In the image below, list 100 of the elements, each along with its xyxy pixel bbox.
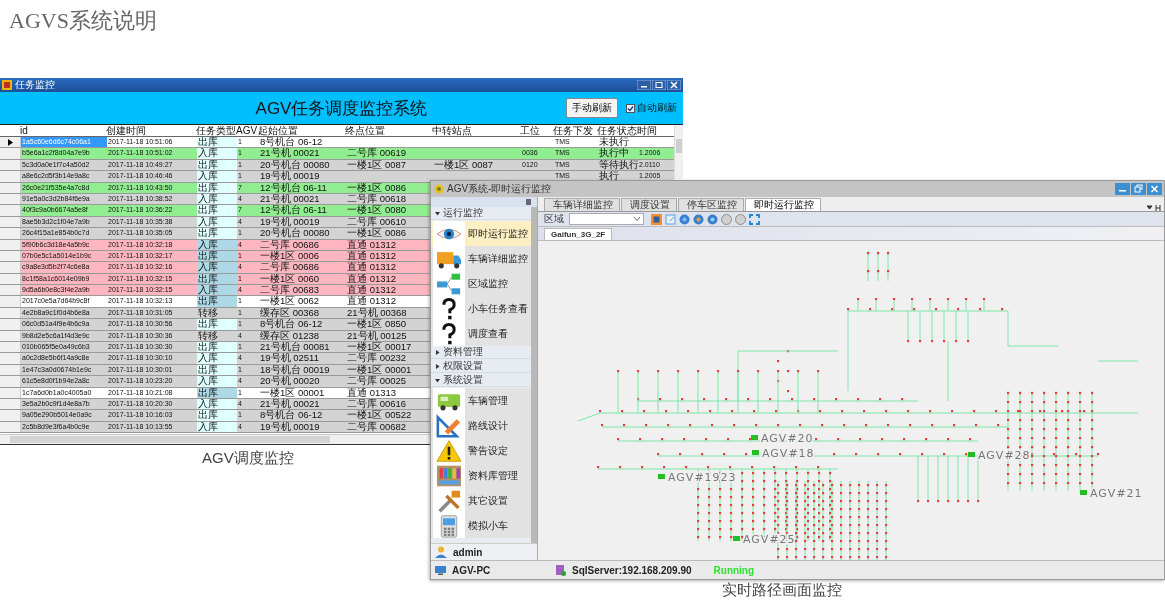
tab-menu-icon[interactable]: [1147, 205, 1161, 211]
figure-caption: AGV调度监控: [202, 449, 294, 468]
table-cell-text: 一楼1区 0086: [346, 182, 408, 193]
table-cell-text: 一楼1区 0006: [259, 250, 321, 262]
table-cell-text: 8号机台 06-12: [259, 410, 324, 421]
table-cell-text: 二号库 00619: [346, 148, 408, 159]
agv-marker-icon: [733, 536, 740, 541]
chevron-icon: [634, 217, 640, 221]
circle-icon[interactable]: [721, 213, 732, 225]
map-tab[interactable]: Gaifun_3G_2F: [544, 228, 613, 240]
sidebar-item[interactable]: 即时运行监控: [431, 221, 531, 246]
minimize-button[interactable]: [1115, 183, 1130, 195]
auto-refresh-checkbox[interactable]: [626, 103, 635, 113]
row-header[interactable]: [0, 137, 21, 148]
table-cell-text: 未执行: [598, 137, 630, 148]
connection-status: Running: [713, 564, 755, 576]
table-cell-text: 一楼1区 00017: [346, 342, 413, 353]
sidebar-scrollbar[interactable]: [531, 207, 537, 543]
table-cell-text: 直通 01312: [346, 239, 398, 250]
column-header[interactable]: 中转站点: [432, 125, 520, 136]
table-cell-text: 直通 01312: [346, 296, 398, 307]
tab[interactable]: 调度设置: [621, 198, 677, 211]
table-cell: 出库: [197, 319, 237, 330]
table-cell-text: 一楼1区 00001: [259, 387, 326, 398]
sidebar-group[interactable]: 资料管理: [431, 346, 531, 359]
sidebar-item[interactable]: 车辆管理: [431, 388, 531, 413]
sidebar-item[interactable]: 其它设置: [431, 488, 531, 513]
table-cell: 入库: [197, 353, 237, 364]
table-cell-text: 一楼1区 0850: [346, 319, 408, 330]
table-cell-text: 二号库 00686: [259, 239, 321, 250]
agv-label: AGV#28: [978, 449, 1031, 462]
table-cell-text: 直通 01312: [346, 273, 398, 285]
horizontal-scrollbar[interactable]: [0, 434, 430, 445]
table-cell: 出库: [197, 364, 237, 376]
table-cell-text: 19号机 02511: [259, 353, 320, 364]
column-header[interactable]: 时间: [637, 125, 674, 136]
table-cell-text: 一楼1区 0080: [346, 205, 408, 216]
sidebar-group[interactable]: 运行监控: [431, 207, 531, 220]
column-header[interactable]: 终点位置: [345, 125, 432, 136]
column-header[interactable]: 创建时间: [106, 125, 196, 136]
table-cell: 出库: [197, 182, 237, 193]
table-cell-text: 19号机 00019: [259, 421, 321, 433]
table-cell: 入库: [197, 193, 237, 205]
table-cell-text: 21号机 00125: [346, 330, 408, 341]
refresh-button[interactable]: 手动刷新: [566, 98, 618, 118]
table-cell: 出库: [197, 159, 237, 171]
table-cell-text: 缓存区 01238: [259, 330, 321, 341]
table-cell: 入库: [197, 262, 237, 273]
sidebar-item[interactable]: 区域监控: [431, 271, 531, 296]
table-cell: 出库: [197, 342, 237, 353]
table-cell-text: 二号库 00686: [259, 262, 321, 273]
window-title: AGV系统-即时运行监控: [447, 182, 552, 196]
table-cell-text: 二号库 00618: [346, 193, 408, 205]
tab[interactable]: 即时运行监控: [745, 198, 821, 211]
figure-caption: 实时路径画面监控: [722, 581, 842, 600]
fit-screen-icon[interactable]: [749, 213, 760, 225]
area-dropdown[interactable]: [569, 213, 644, 225]
table-cell: 入库: [197, 239, 237, 250]
sidebar-item[interactable]: 调度查看: [431, 321, 531, 346]
table-cell-text: 二号库 00616: [346, 399, 408, 410]
vertical-scrollbar[interactable]: [674, 125, 683, 179]
sidebar-group[interactable]: 权限设置: [431, 360, 531, 373]
table-cell-text: 21号机 00368: [346, 307, 408, 319]
close-button[interactable]: [1147, 183, 1162, 195]
table-cell-text: 二号库 00682: [346, 421, 408, 433]
circle-icon[interactable]: [735, 213, 746, 225]
table-cell-text: 二号库 00232: [346, 353, 408, 364]
table-cell-text: 一楼1区 0062: [259, 296, 321, 307]
table-cell: 出库: [197, 250, 237, 262]
table-cell: 出库: [197, 410, 237, 421]
table-cell-text: 直通 01313: [346, 387, 398, 398]
minimize-button[interactable]: [637, 80, 651, 90]
restore-button[interactable]: [1131, 183, 1146, 195]
table-cell: 出库: [197, 205, 237, 216]
map-tool-icon[interactable]: [651, 213, 662, 225]
table-cell: 入库: [197, 376, 237, 387]
column-header[interactable]: AGV: [236, 125, 258, 136]
sidebar-item[interactable]: 资料库管理: [431, 463, 531, 488]
column-header[interactable]: 任务类型: [196, 125, 236, 136]
tab[interactable]: 停车区监控: [678, 198, 744, 211]
agv-marker-icon: [751, 435, 758, 440]
sidebar-item[interactable]: 车辆详细监控: [431, 246, 531, 271]
table-cell-text: 一楼1区 00001: [346, 364, 413, 376]
column-header[interactable]: 工位: [520, 125, 553, 136]
maximize-button[interactable]: [652, 80, 666, 90]
table-cell: 出库: [197, 296, 237, 307]
table-cell: 等待执行: [598, 159, 638, 171]
close-button[interactable]: [667, 80, 681, 90]
column-header[interactable]: id: [20, 125, 106, 136]
column-header[interactable]: 任务下发: [553, 125, 597, 136]
table-cell: 入库: [197, 148, 237, 159]
sidebar-item[interactable]: 警告设定: [431, 438, 531, 463]
sidebar-item[interactable]: 模拟小车: [431, 513, 531, 538]
sidebar-item[interactable]: 路线设计: [431, 413, 531, 438]
column-header[interactable]: 任务状态: [597, 125, 637, 136]
table-cell-text: 18号机台 00019: [259, 364, 331, 376]
tab[interactable]: 车辆详细监控: [544, 198, 620, 211]
sidebar-group[interactable]: 系统设置: [431, 374, 531, 387]
column-header[interactable]: 起始位置: [258, 125, 345, 136]
sidebar-item[interactable]: 小车任务查看: [431, 296, 531, 321]
